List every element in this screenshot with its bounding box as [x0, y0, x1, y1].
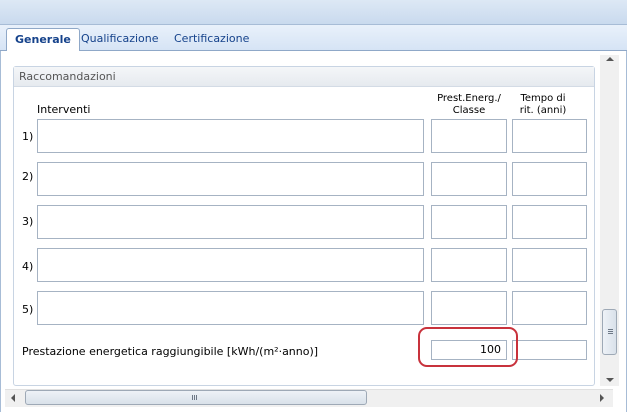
- tab-certificazione[interactable]: Certificazione: [166, 28, 257, 51]
- row-label: 1): [22, 130, 34, 143]
- group-title: Raccomandazioni: [19, 70, 116, 83]
- horizontal-scroll-thumb[interactable]: [25, 390, 367, 405]
- prest-input-5[interactable]: [431, 291, 507, 325]
- tab-strip: Generale Qualificazione Certificazione: [0, 25, 627, 52]
- grip-icon: [608, 329, 613, 330]
- prest-input-4[interactable]: [431, 248, 507, 282]
- scroll-up-arrow-icon[interactable]: [606, 57, 614, 61]
- tempo-input-5[interactable]: [512, 291, 587, 325]
- tempo-input-1[interactable]: [512, 119, 587, 153]
- row-label: 5): [22, 303, 34, 316]
- column-header-interventi: Interventi: [37, 103, 91, 116]
- tempo-input-3[interactable]: [512, 205, 587, 239]
- intervento-textarea-5[interactable]: [37, 291, 424, 325]
- tab-generale[interactable]: Generale: [6, 28, 80, 52]
- prest-input-2[interactable]: [431, 162, 507, 196]
- scroll-left-arrow-icon[interactable]: [11, 394, 15, 402]
- intervento-textarea-1[interactable]: [37, 119, 424, 153]
- column-header-prest-line2: Classe: [452, 105, 486, 116]
- scroll-down-arrow-icon[interactable]: [606, 378, 614, 382]
- prestazione-label: Prestazione energetica raggiungibile [kW…: [22, 345, 319, 358]
- intervento-textarea-3[interactable]: [37, 205, 424, 239]
- window-titlebar: [0, 0, 627, 25]
- row-label: 4): [22, 260, 34, 273]
- intervento-textarea-2[interactable]: [37, 162, 424, 196]
- tempo-input-2[interactable]: [512, 162, 587, 196]
- column-header-tempo-line2: rit. (anni): [519, 105, 567, 116]
- scroll-right-arrow-icon[interactable]: [600, 394, 604, 402]
- vertical-scroll-thumb[interactable]: [602, 309, 617, 355]
- column-header-prest-line1: Prest.Energ./: [437, 93, 501, 104]
- prest-input-3[interactable]: [431, 205, 507, 239]
- prest-input-1[interactable]: [431, 119, 507, 153]
- intervento-textarea-4[interactable]: [37, 248, 424, 282]
- tempo-input-4[interactable]: [512, 248, 587, 282]
- tab-qualificazione[interactable]: Qualificazione: [73, 28, 167, 51]
- row-label: 2): [22, 170, 34, 183]
- grip-icon: [192, 395, 193, 400]
- prestazione-tempo-input[interactable]: [512, 340, 587, 360]
- highlight-annotation: [418, 327, 518, 367]
- column-header-tempo-line1: Tempo di: [520, 93, 566, 104]
- row-label: 3): [22, 215, 34, 228]
